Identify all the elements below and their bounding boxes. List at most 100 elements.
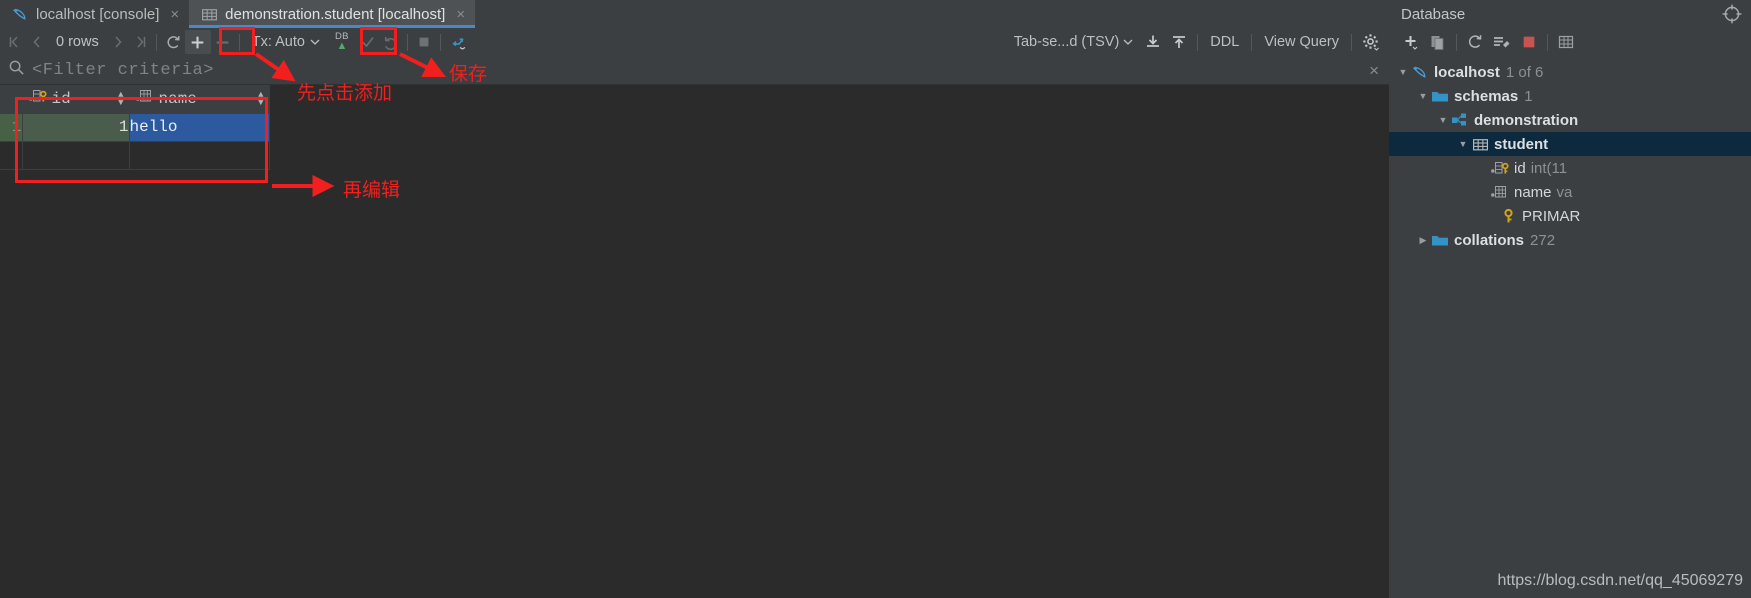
output-format-dropdown[interactable]: Tab-se...d (TSV): [1007, 30, 1141, 54]
transaction-mode-label: Tx: Auto: [251, 34, 305, 50]
stop-icon[interactable]: [1516, 30, 1542, 54]
column-label: id: [51, 89, 71, 108]
data-table: id ▲ ▼ name ▲ ▼ 1 1 hello: [0, 85, 270, 170]
row-number-header: [0, 85, 23, 114]
crosshair-icon[interactable]: [1721, 3, 1743, 25]
row-number-cell: 1: [0, 113, 23, 142]
tree-item-detail: 272: [1530, 231, 1556, 249]
tree-item-type: int(11: [1530, 159, 1568, 177]
close-icon[interactable]: ×: [456, 7, 465, 22]
cell-name[interactable]: hello: [129, 113, 270, 142]
tree-item-label: id: [1514, 159, 1526, 177]
copy-icon[interactable]: [1425, 30, 1451, 54]
chevron-right-icon[interactable]: ▶: [1415, 235, 1431, 246]
filter-input[interactable]: <Filter criteria>: [32, 61, 214, 80]
database-panel-header: Database: [1389, 0, 1751, 28]
column-header-id[interactable]: id ▲ ▼: [22, 85, 130, 114]
close-icon[interactable]: ×: [1369, 62, 1379, 79]
tree-item-primary-key[interactable]: PRIMAR: [1389, 204, 1751, 228]
datagrip-window: localhost [console] × demonstration.stud…: [0, 0, 1751, 598]
ddl-button[interactable]: DDL: [1203, 30, 1246, 54]
tab-localhost-console[interactable]: localhost [console] ×: [0, 0, 190, 28]
toolbar-divider: [1197, 33, 1199, 51]
toolbar-divider: [1547, 33, 1548, 51]
table-header-row: id ▲ ▼ name ▲ ▼: [0, 85, 270, 114]
last-page-button[interactable]: [129, 30, 151, 54]
sort-toggle-icon[interactable]: ▲ ▼: [258, 90, 263, 107]
output-format-label: Tab-se...d (TSV): [1013, 34, 1120, 50]
toolbar-divider: [406, 33, 408, 51]
close-icon[interactable]: ×: [170, 7, 179, 22]
database-panel-toolbar: [1389, 28, 1751, 56]
tree-item-localhost[interactable]: ▼ localhost 1 of 6: [1389, 60, 1751, 84]
gear-icon[interactable]: [1357, 30, 1385, 54]
commit-button[interactable]: [357, 30, 379, 54]
key-column-icon: [1491, 161, 1509, 175]
chevron-down-icon: [1123, 34, 1133, 50]
toolbar-divider: [1251, 33, 1253, 51]
key-icon: [1499, 208, 1517, 224]
tree-item-demonstration[interactable]: ▼ demonstration: [1389, 108, 1751, 132]
table-icon: [201, 6, 218, 23]
toolbar-divider: [1456, 33, 1457, 51]
chevron-down-icon[interactable]: ▼: [1395, 67, 1411, 77]
column-header-name[interactable]: name ▲ ▼: [129, 85, 270, 114]
delete-row-button[interactable]: [211, 30, 234, 54]
refresh-button[interactable]: [1462, 30, 1488, 54]
chevron-down-icon[interactable]: ▼: [1455, 139, 1471, 149]
filter-bar[interactable]: <Filter criteria> ×: [0, 56, 1389, 85]
data-editor-toolbar: 0 rows Tx: Auto DB ▲ Tab-se...d (TSV) DD…: [0, 28, 1389, 56]
tab-label: localhost [console]: [36, 5, 160, 23]
cell-empty: [22, 141, 130, 170]
add-row-button[interactable]: [184, 30, 211, 54]
tree-item-column-id[interactable]: id int(11: [1389, 156, 1751, 180]
tree-item-label: localhost: [1434, 63, 1500, 81]
chevron-down-icon[interactable]: ▼: [1415, 91, 1431, 101]
sort-toggle-icon[interactable]: ▲ ▼: [118, 90, 123, 107]
row-count-label: 0 rows: [56, 34, 99, 50]
toolbar-divider: [155, 33, 157, 51]
toolbar-divider: [439, 33, 441, 51]
submit-changes-button[interactable]: DB ▲: [327, 30, 357, 54]
tree-item-student[interactable]: ▼ student: [1389, 132, 1751, 156]
folder-icon: [1431, 233, 1449, 247]
schema-icon: [1451, 112, 1469, 128]
transpose-button[interactable]: [446, 30, 474, 54]
rollback-button[interactable]: [379, 30, 402, 54]
first-page-button[interactable]: [4, 30, 26, 54]
database-panel-title: Database: [1401, 5, 1466, 23]
tree-item-column-name[interactable]: name va: [1389, 180, 1751, 204]
dolphin-icon: [12, 6, 29, 23]
tree-item-collations[interactable]: ▶ collations 272: [1389, 228, 1751, 252]
tree-item-label: student: [1494, 135, 1549, 153]
tree-item-detail: 1: [1524, 87, 1533, 105]
chevron-down-icon: [310, 34, 320, 50]
import-data-button[interactable]: [1140, 30, 1166, 54]
table-row[interactable]: 1 1 hello: [0, 113, 270, 142]
new-datasource-button[interactable]: [1397, 30, 1425, 54]
text-column-icon: [1491, 185, 1509, 199]
next-page-button[interactable]: [107, 30, 129, 54]
toolbar-divider: [238, 33, 240, 51]
result-grid: id ▲ ▼ name ▲ ▼ 1 1 hello: [0, 85, 1389, 598]
wrench-icon[interactable]: [1488, 30, 1516, 54]
stop-button[interactable]: [413, 30, 435, 54]
previous-page-button[interactable]: [26, 30, 48, 54]
view-query-button[interactable]: View Query: [1257, 30, 1346, 54]
grid-icon[interactable]: [1553, 30, 1579, 54]
toolbar-divider: [1351, 33, 1352, 51]
export-data-button[interactable]: [1166, 30, 1192, 54]
transaction-mode-dropdown[interactable]: Tx: Auto: [245, 30, 327, 54]
database-tree: ▼ localhost 1 of 6 ▼ schemas 1 ▼ demonst…: [1389, 56, 1751, 598]
tree-item-label: name: [1514, 183, 1552, 201]
refresh-button[interactable]: [162, 30, 185, 54]
tab-demonstration-student[interactable]: demonstration.student [localhost] ×: [189, 0, 476, 28]
dolphin-icon: [1411, 64, 1429, 81]
cell-id[interactable]: 1: [22, 113, 130, 142]
chevron-down-icon[interactable]: ▼: [1435, 115, 1451, 125]
editor-tabs-bar: localhost [console] × demonstration.stud…: [0, 0, 1389, 28]
tree-item-type: va: [1556, 183, 1573, 201]
text-column-icon: [135, 89, 154, 108]
tree-item-schemas[interactable]: ▼ schemas 1: [1389, 84, 1751, 108]
tree-item-detail: 1 of 6: [1505, 63, 1544, 81]
